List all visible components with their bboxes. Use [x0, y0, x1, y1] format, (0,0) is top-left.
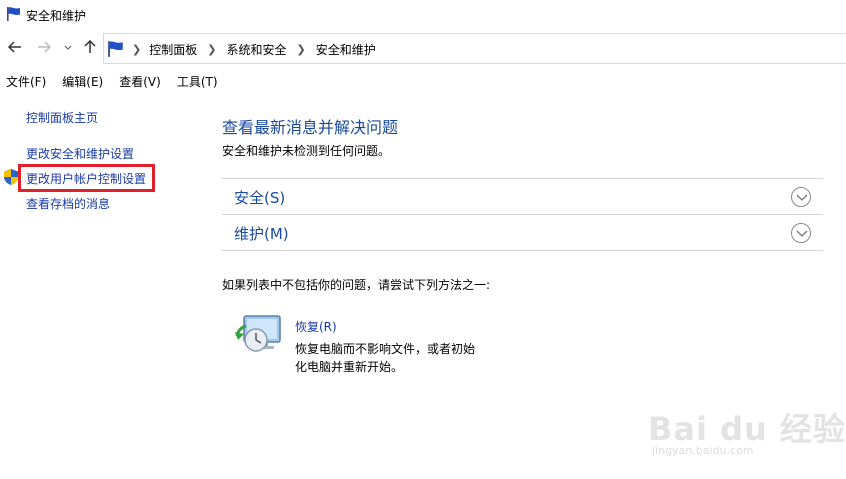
menu-edit[interactable]: 编辑(E)	[62, 73, 103, 93]
section-security-label[interactable]: 安全(S)	[234, 187, 285, 208]
section-maintenance-label[interactable]: 维护(M)	[234, 223, 289, 244]
sidebar-link-change-security-settings[interactable]: 更改安全和维护设置	[26, 145, 134, 162]
watermark-url: jingyan.baidu.com	[652, 444, 754, 457]
chevron-right-icon[interactable]: ❯	[296, 43, 305, 56]
window-title: 安全和维护	[26, 9, 87, 23]
menu-file[interactable]: 文件(F)	[6, 73, 46, 93]
menu-view[interactable]: 查看(V)	[119, 73, 161, 93]
sidebar: 控制面板主页 更改安全和维护设置 更改用户帐户控制设置 查看存档的消息	[0, 100, 200, 479]
recovery-link[interactable]: 恢复(R)	[295, 318, 337, 335]
sidebar-link-home[interactable]: 控制面板主页	[26, 109, 98, 126]
chevron-right-icon[interactable]: ❯	[207, 43, 216, 56]
breadcrumb-item-control-panel[interactable]: 控制面板	[149, 41, 197, 58]
menu-bar: 文件(F) 编辑(E) 查看(V) 工具(T)	[0, 73, 846, 93]
arrow-left-icon	[7, 41, 21, 53]
recovery-description-line: 化电脑并重新开始。	[295, 360, 404, 374]
title-bar: 安全和维护	[0, 0, 846, 30]
page-title: 查看最新消息并解决问题	[222, 118, 399, 137]
chevron-down-icon	[64, 45, 72, 50]
arrow-right-icon	[38, 41, 52, 53]
flag-icon	[6, 6, 22, 25]
back-button[interactable]	[7, 40, 22, 58]
menu-tools[interactable]: 工具(T)	[177, 73, 218, 93]
forward-button[interactable]	[37, 40, 52, 58]
chevron-down-icon[interactable]	[791, 187, 811, 207]
arrow-up-icon	[84, 39, 96, 53]
recovery-description: 恢复电脑而不影响文件，或者初始 化电脑并重新开始。	[295, 340, 485, 376]
chevron-right-icon[interactable]: ❯	[132, 43, 141, 56]
address-bar[interactable]: ❯ 控制面板 ❯ 系统和安全 ❯ 安全和维护	[103, 33, 846, 64]
recent-locations-button[interactable]	[64, 42, 72, 58]
section-maintenance[interactable]: 维护(M)	[222, 214, 823, 250]
up-button[interactable]	[83, 39, 97, 58]
breadcrumb-item-security-maintenance[interactable]: 安全和维护	[316, 41, 376, 58]
navigation-bar: ❯ 控制面板 ❯ 系统和安全 ❯ 安全和维护	[0, 32, 846, 64]
sidebar-link-archived-messages[interactable]: 查看存档的消息	[26, 195, 110, 212]
divider	[222, 250, 823, 251]
breadcrumb-item-system-security[interactable]: 系统和安全	[226, 41, 286, 58]
hint-text: 如果列表中不包括你的问题，请尝试下列方法之一:	[222, 278, 491, 292]
section-security[interactable]: 安全(S)	[222, 178, 823, 214]
uac-shield-icon	[3, 168, 19, 189]
status-message: 安全和维护未检测到任何问题。	[222, 144, 391, 158]
chevron-down-icon[interactable]	[791, 223, 811, 243]
sidebar-link-change-uac-settings[interactable]: 更改用户帐户控制设置	[26, 170, 146, 187]
flag-icon	[107, 40, 125, 61]
recovery-description-line: 恢复电脑而不影响文件，或者初始	[295, 342, 476, 356]
recovery-icon	[234, 312, 284, 361]
baidu-watermark: Bai du 经验 jingyan.baidu.com	[648, 404, 845, 464]
breadcrumb: ❯ 控制面板 ❯ 系统和安全 ❯ 安全和维护	[132, 41, 376, 58]
